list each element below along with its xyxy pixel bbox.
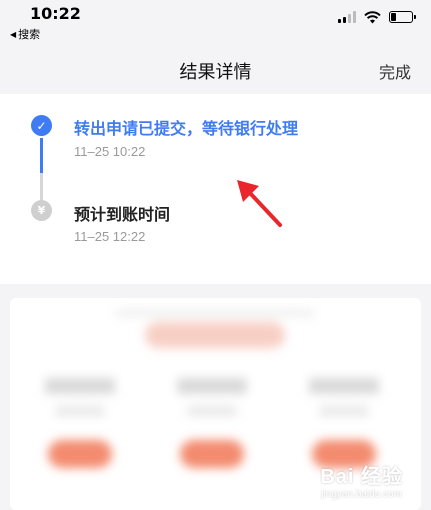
- system-icons: [338, 10, 416, 24]
- promo-section-blurred: Bai 经验 jingyan.baidu.com: [10, 298, 421, 510]
- back-to-app-link[interactable]: ◀ 搜索: [10, 26, 40, 42]
- battery-level: [391, 13, 396, 21]
- check-icon: ✓: [31, 115, 52, 136]
- battery-icon: [389, 11, 416, 23]
- step-submitted-time: 11–25 10:22: [74, 144, 146, 159]
- yuan-icon: ¥: [31, 200, 52, 221]
- step-arrival-title: 预计到账时间: [74, 205, 171, 224]
- cellular-signal-icon: [338, 11, 356, 23]
- back-app-label: 搜索: [18, 28, 41, 41]
- timeline-line-completed: [40, 138, 43, 173]
- clock-time: 10:22: [30, 4, 81, 23]
- status-bar: 10:22 ◀ 搜索: [0, 0, 431, 44]
- done-button[interactable]: 完成: [379, 59, 411, 83]
- wifi-icon: [364, 10, 381, 23]
- nav-bar: 结果详情 完成: [0, 44, 431, 94]
- step-submitted-title: 转出申请已提交，等待银行处理: [74, 119, 299, 138]
- page-title: 结果详情: [179, 62, 252, 83]
- baidu-jingyan-watermark: Bai 经验 jingyan.baidu.com: [320, 466, 403, 500]
- step-arrival-time: 11–25 12:22: [74, 229, 146, 244]
- back-triangle-icon: ◀: [10, 29, 17, 39]
- annotation-arrow-icon: [237, 180, 282, 227]
- timeline-line-pending: [40, 173, 43, 201]
